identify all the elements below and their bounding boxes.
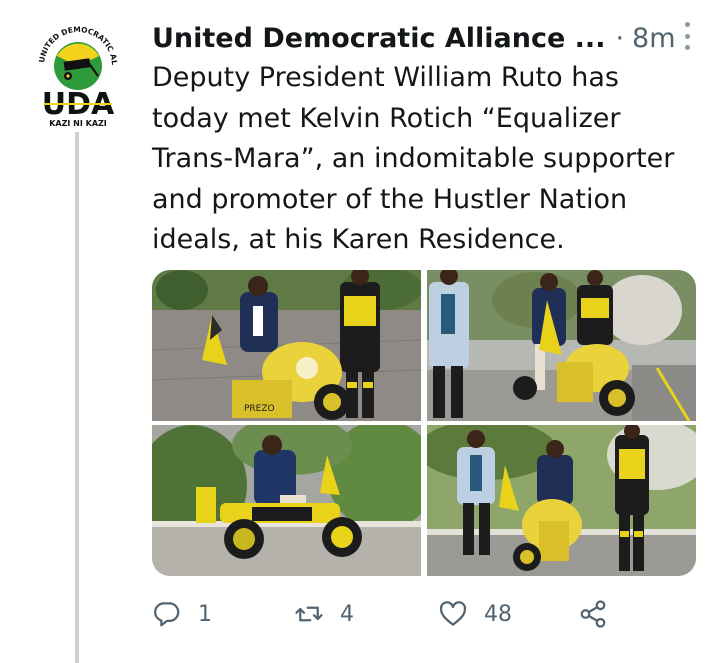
retweet-icon [295,606,323,622]
separator-dot: · [615,22,625,54]
svg-text:PREZO: PREZO [244,404,275,414]
like-icon [439,601,467,626]
thread-line [75,132,79,663]
share-button[interactable] [578,592,624,636]
reply-button[interactable]: 1 [152,592,212,636]
tweet-text: Deputy President William Ruto has today … [152,62,675,255]
media-grid: PREZO [152,270,696,576]
share-icon [580,600,606,628]
media-photo-1[interactable]: PREZO [152,270,421,421]
more-options-icon[interactable] [682,22,692,50]
avatar[interactable]: UNITED DEMOCRATIC ALLIANCE UDA KAZI NI K… [27,11,126,128]
retweet-count: 4 [340,601,354,627]
reply-icon [154,602,180,627]
media-photo-4[interactable] [427,425,696,576]
svg-text:KAZI NI KAZI: KAZI NI KAZI [49,119,107,128]
uda-logo: UNITED DEMOCRATIC ALLIANCE UDA KAZI NI K… [27,11,119,128]
tweet-actions: 1 4 48 [152,592,622,636]
media-photo-2[interactable] [427,270,696,421]
reply-count: 1 [198,601,212,627]
like-count: 48 [484,601,512,627]
account-name[interactable]: United Democratic Alliance ... [152,23,605,54]
like-button[interactable]: 48 [438,592,512,636]
tweet-header: United Democratic Alliance ... · 8m [152,18,702,58]
timestamp[interactable]: 8m [632,23,675,54]
media-photo-3[interactable] [152,425,421,576]
retweet-button[interactable]: 4 [294,592,354,636]
